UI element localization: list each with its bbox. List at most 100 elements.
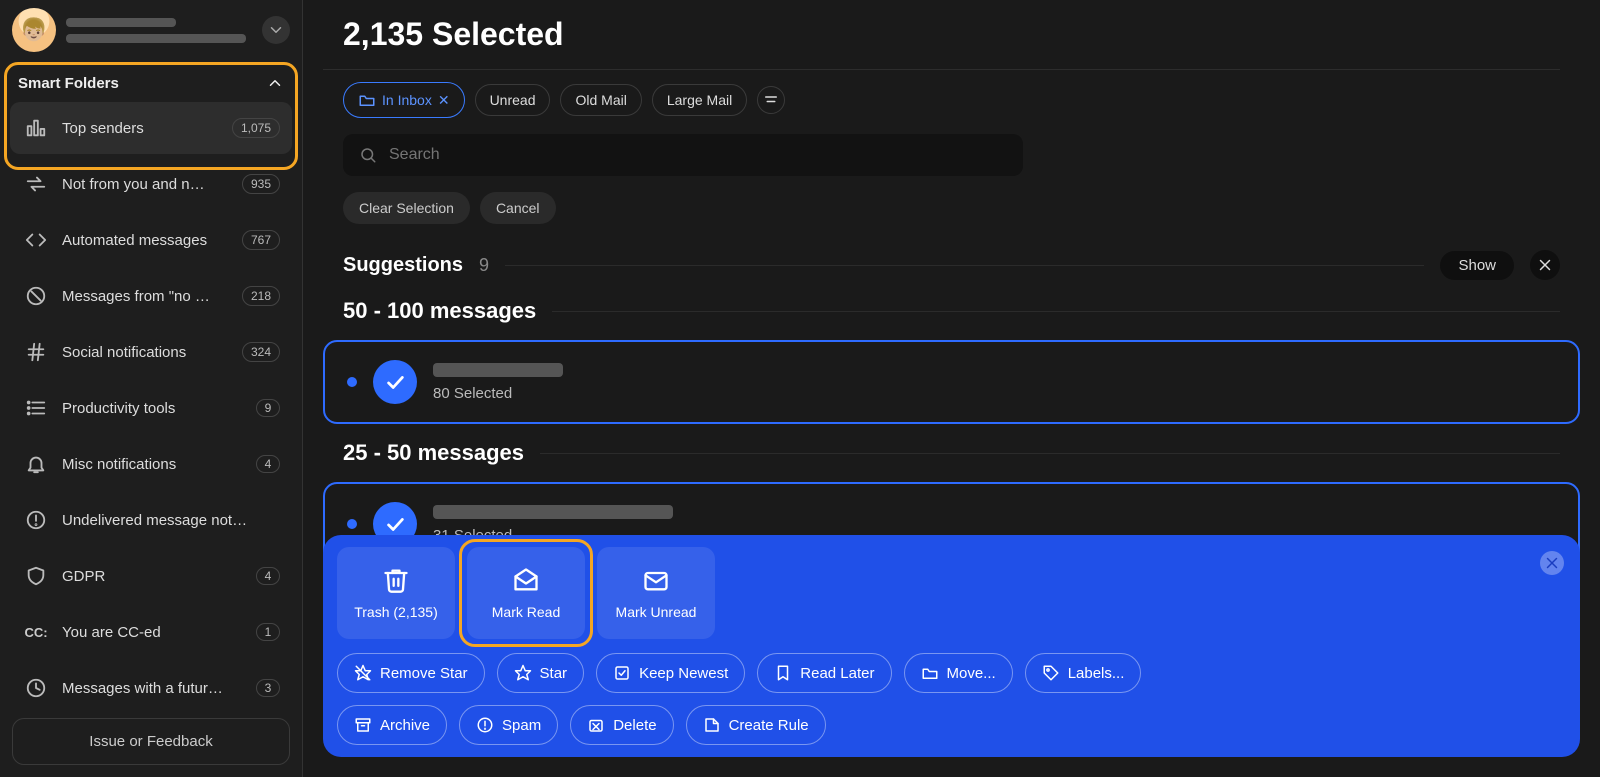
- selection-actions: Clear Selection Cancel: [303, 192, 1600, 236]
- sidebar-item-cc[interactable]: CC: You are CC-ed 1: [10, 606, 292, 658]
- secondary-actions: Remove Star Star Keep Newest Read Later …: [337, 653, 1520, 745]
- clear-selection-button[interactable]: Clear Selection: [343, 192, 470, 224]
- delete-icon: [587, 716, 605, 734]
- folder-icon: [921, 664, 939, 682]
- chip-label: Old Mail: [575, 93, 626, 107]
- remove-star-button[interactable]: Remove Star: [337, 653, 485, 693]
- sidebar-item-undelivered[interactable]: Undelivered message not…: [10, 494, 292, 546]
- delete-button[interactable]: Delete: [570, 705, 673, 745]
- sliders-icon: [762, 91, 780, 109]
- sidebar-item-no-reply[interactable]: Messages from "no … 218: [10, 270, 292, 322]
- close-icon: [1536, 256, 1554, 274]
- labels-button[interactable]: Labels...: [1025, 653, 1142, 693]
- spam-button[interactable]: Spam: [459, 705, 558, 745]
- sidebar-item-social[interactable]: Social notifications 324: [10, 326, 292, 378]
- button-label: Mark Read: [492, 604, 560, 620]
- close-action-bar-button[interactable]: [1540, 551, 1564, 575]
- chevron-down-icon: [267, 21, 285, 39]
- spam-icon: [476, 716, 494, 734]
- folder-icon: [358, 91, 376, 109]
- unread-dot: [347, 377, 357, 387]
- count-badge: 9: [256, 399, 280, 417]
- remove-filter-icon[interactable]: ✕: [438, 93, 450, 107]
- cc-icon: CC:: [22, 618, 50, 646]
- show-suggestions-button[interactable]: Show: [1440, 251, 1514, 280]
- group-header-25-50: 25 - 50 messages: [303, 432, 1600, 474]
- archive-button[interactable]: Archive: [337, 705, 447, 745]
- group-header-50-100: 50 - 100 messages: [303, 290, 1600, 332]
- searchbar[interactable]: [343, 134, 1023, 176]
- create-rule-button[interactable]: Create Rule: [686, 705, 826, 745]
- sidebar-item-not-from-you[interactable]: Not from you and n… 935: [10, 158, 292, 210]
- code-icon: [22, 226, 50, 254]
- divider: [505, 265, 1424, 266]
- account-chevron-button[interactable]: [262, 16, 290, 44]
- skeleton-line: [433, 363, 563, 377]
- archive-icon: [354, 716, 372, 734]
- dismiss-suggestions-button[interactable]: [1530, 250, 1560, 280]
- sidebar-section-header[interactable]: Smart Folders: [0, 60, 302, 102]
- filter-bar: In Inbox ✕ Unread Old Mail Large Mail: [303, 70, 1600, 124]
- feedback-button[interactable]: Issue or Feedback: [12, 718, 290, 765]
- more-filters-button[interactable]: [757, 86, 785, 114]
- account-row[interactable]: 👦🏼: [0, 0, 302, 60]
- trash-button[interactable]: Trash (2,135): [337, 547, 455, 639]
- divider: [540, 453, 1560, 454]
- clock-icon: [22, 674, 50, 702]
- group-title-text: 50 - 100 messages: [343, 298, 536, 324]
- count-badge: 935: [242, 174, 280, 194]
- read-later-button[interactable]: Read Later: [757, 653, 891, 693]
- mark-read-button[interactable]: Mark Read: [467, 547, 585, 639]
- selection-checkbox[interactable]: [373, 360, 417, 404]
- cancel-button[interactable]: Cancel: [480, 192, 556, 224]
- skeleton-line: [66, 34, 246, 43]
- folder-label: Productivity tools: [62, 400, 244, 417]
- count-badge: 324: [242, 342, 280, 362]
- filter-chip-old-mail[interactable]: Old Mail: [560, 84, 641, 116]
- star-button[interactable]: Star: [497, 653, 585, 693]
- sidebar-item-automated[interactable]: Automated messages 767: [10, 214, 292, 266]
- sidebar-item-gdpr[interactable]: GDPR 4: [10, 550, 292, 602]
- suggestions-count: 9: [479, 255, 489, 276]
- suggestions-header: Suggestions 9 Show: [303, 236, 1600, 290]
- mark-unread-button[interactable]: Mark Unread: [597, 547, 715, 639]
- search-input[interactable]: [389, 146, 1007, 164]
- sender-row[interactable]: 80 Selected: [323, 340, 1580, 424]
- sidebar-item-productivity[interactable]: Productivity tools 9: [10, 382, 292, 434]
- tag-icon: [1042, 664, 1060, 682]
- trash-icon: [382, 566, 410, 594]
- button-label: Read Later: [800, 665, 874, 682]
- button-label: Labels...: [1068, 665, 1125, 682]
- sidebar-item-misc[interactable]: Misc notifications 4: [10, 438, 292, 490]
- row-text: 80 Selected: [433, 363, 1556, 402]
- button-label: Star: [540, 665, 568, 682]
- chip-label: Large Mail: [667, 93, 732, 107]
- keep-newest-button[interactable]: Keep Newest: [596, 653, 745, 693]
- sidebar: 👦🏼 Smart Folders Top senders 1,075 Not f…: [0, 0, 303, 777]
- row-subtitle: 80 Selected: [433, 385, 1556, 402]
- shield-icon: [22, 562, 50, 590]
- count-badge: 218: [242, 286, 280, 306]
- folder-label: GDPR: [62, 568, 244, 585]
- search-icon: [359, 146, 377, 164]
- button-label: Keep Newest: [639, 665, 728, 682]
- keep-icon: [613, 664, 631, 682]
- rule-icon: [703, 716, 721, 734]
- filter-chip-large-mail[interactable]: Large Mail: [652, 84, 747, 116]
- alert-icon: [22, 506, 50, 534]
- folder-label: Undelivered message not…: [62, 512, 280, 529]
- skeleton-line: [66, 18, 176, 27]
- sidebar-section-title: Smart Folders: [18, 75, 119, 92]
- page-title: 2,135 Selected: [343, 16, 1560, 53]
- button-label: Delete: [613, 717, 656, 734]
- folders-list: Top senders 1,075 Not from you and n… 93…: [0, 102, 302, 706]
- folder-label: Social notifications: [62, 344, 230, 361]
- account-lines: [66, 18, 252, 43]
- bulk-action-bar: Trash (2,135) Mark Read Mark Unread Remo…: [323, 535, 1580, 757]
- filter-chip-in-inbox[interactable]: In Inbox ✕: [343, 82, 465, 118]
- filter-chip-unread[interactable]: Unread: [475, 84, 551, 116]
- sidebar-item-future[interactable]: Messages with a futur… 3: [10, 662, 292, 706]
- sidebar-item-top-senders[interactable]: Top senders 1,075: [10, 102, 292, 154]
- chip-label: In Inbox: [382, 93, 432, 107]
- move-button[interactable]: Move...: [904, 653, 1013, 693]
